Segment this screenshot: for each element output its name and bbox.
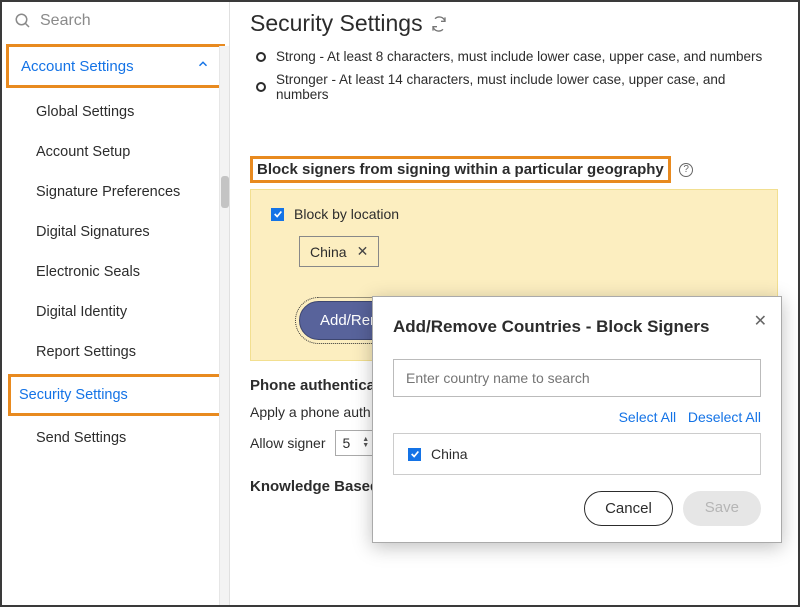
sidebar-item-send-settings[interactable]: Send Settings: [2, 418, 229, 458]
checkbox-checked-icon: [408, 448, 421, 461]
chevron-up-icon: [196, 57, 210, 75]
checkbox-checked-icon: [271, 208, 284, 221]
sidebar-item-digital-identity[interactable]: Digital Identity: [2, 292, 229, 332]
close-icon[interactable]: ✕: [357, 243, 369, 260]
sidebar-item-label: Report Settings: [36, 344, 136, 360]
sidebar-scrollbar[interactable]: [219, 46, 229, 605]
sidebar-item-label: Digital Identity: [36, 304, 127, 320]
save-button: Save: [683, 491, 761, 526]
search-input[interactable]: Search: [40, 12, 91, 30]
sidebar-item-digital-signatures[interactable]: Digital Signatures: [2, 212, 229, 252]
sidebar-item-label: Signature Preferences: [36, 184, 180, 200]
sidebar-item-signature-preferences[interactable]: Signature Preferences: [2, 172, 229, 212]
sidebar-item-label: Digital Signatures: [36, 224, 150, 240]
scrollbar-thumb[interactable]: [221, 176, 229, 208]
sidebar-item-security-settings[interactable]: Security Settings: [8, 374, 223, 416]
page-title: Security Settings: [250, 10, 778, 37]
sidebar: Search Account Settings Global Settings …: [2, 2, 230, 605]
checkbox-label: Block by location: [294, 206, 399, 222]
button-label: Cancel: [605, 500, 652, 517]
bulk-select-links: Select All Deselect All: [393, 409, 761, 425]
sidebar-item-electronic-seals[interactable]: Electronic Seals: [2, 252, 229, 292]
close-icon[interactable]: ✕: [754, 311, 767, 331]
sidebar-item-report-settings[interactable]: Report Settings: [2, 332, 229, 372]
option-label: Strong - At least 8 characters, must inc…: [276, 49, 762, 64]
sidebar-item-label: Account Setup: [36, 144, 130, 160]
refresh-icon[interactable]: [431, 16, 447, 32]
sidebar-item-label: Global Settings: [36, 104, 134, 120]
sidebar-item-label: Send Settings: [36, 430, 126, 446]
allow-label: Allow signer: [250, 435, 325, 451]
country-search-input[interactable]: [393, 359, 761, 397]
button-label: Save: [705, 499, 739, 516]
sidebar-item-account-setup[interactable]: Account Setup: [2, 132, 229, 172]
sidebar-section-account-settings[interactable]: Account Settings: [6, 44, 225, 88]
search-row: Search: [2, 2, 229, 40]
geo-block-section: Block signers from signing within a part…: [250, 130, 778, 183]
option-label: Stronger - At least 14 characters, must …: [276, 72, 778, 102]
country-list: China: [393, 433, 761, 475]
search-icon: [14, 12, 32, 30]
select-all-link[interactable]: Select All: [619, 409, 677, 425]
password-option-strong[interactable]: Strong - At least 8 characters, must inc…: [250, 45, 778, 68]
allow-count-input[interactable]: 5 ▲▼: [335, 430, 376, 456]
dialog-actions: Cancel Save: [393, 491, 761, 526]
dialog-title: Add/Remove Countries - Block Signers: [393, 317, 761, 337]
country-list-item[interactable]: China: [408, 446, 746, 462]
cancel-button[interactable]: Cancel: [584, 491, 673, 526]
add-remove-countries-dialog: Add/Remove Countries - Block Signers ✕ S…: [372, 296, 782, 543]
sidebar-item-label: Electronic Seals: [36, 264, 140, 280]
radio-icon: [256, 52, 266, 62]
page-title-text: Security Settings: [250, 10, 423, 37]
password-option-stronger[interactable]: Stronger - At least 14 characters, must …: [250, 68, 778, 106]
help-icon[interactable]: ?: [679, 163, 693, 177]
chip-label: China: [310, 244, 347, 260]
geo-block-heading: Block signers from signing within a part…: [250, 156, 671, 183]
country-chip[interactable]: China ✕: [299, 236, 379, 267]
input-value: 5: [342, 435, 350, 451]
sidebar-section-label: Account Settings: [21, 58, 134, 75]
country-label: China: [431, 446, 468, 462]
sidebar-item-label: Security Settings: [19, 387, 128, 403]
deselect-all-link[interactable]: Deselect All: [688, 409, 761, 425]
radio-icon: [256, 82, 266, 92]
stepper-icon[interactable]: ▲▼: [362, 437, 369, 449]
sidebar-item-global-settings[interactable]: Global Settings: [2, 92, 229, 132]
block-by-location-checkbox-row[interactable]: Block by location: [271, 206, 757, 222]
